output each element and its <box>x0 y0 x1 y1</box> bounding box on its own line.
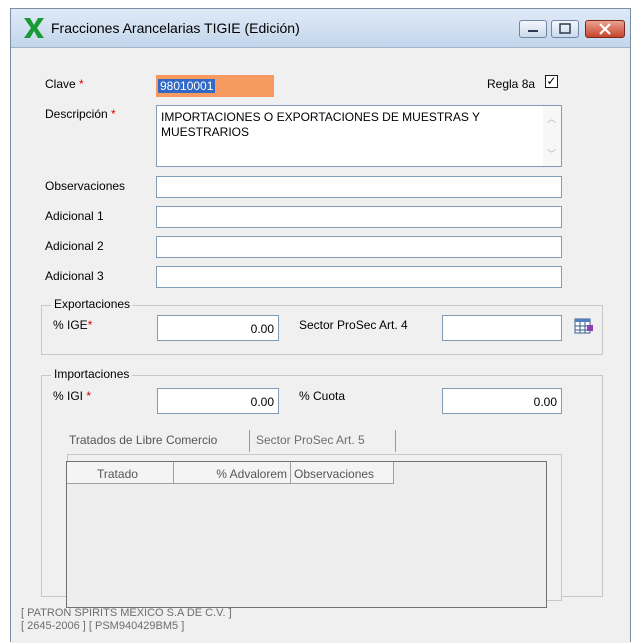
grid-column-header[interactable]: % Advalorem <box>174 462 291 484</box>
column-observaciones: Observaciones <box>294 467 375 481</box>
clave-field[interactable]: 98010001 <box>156 75 274 97</box>
grid-column-header[interactable]: Tratado <box>67 462 174 484</box>
sector-prosec-art4-label: Sector ProSec Art. 4 <box>299 318 408 332</box>
descripcion-label: Descripción * <box>45 107 116 121</box>
adicional2-input[interactable] <box>156 236 562 258</box>
descripcion-value: IMPORTACIONES O EXPORTACIONES DE MUESTRA… <box>161 110 480 139</box>
maximize-button[interactable] <box>551 20 579 38</box>
clave-label: Clave * <box>45 77 84 91</box>
ige-input[interactable]: 0.00 <box>157 315 279 341</box>
close-button[interactable] <box>585 20 625 38</box>
descripcion-textarea[interactable]: IMPORTACIONES O EXPORTACIONES DE MUESTRA… <box>156 105 562 167</box>
adicional1-label: Adicional 1 <box>45 209 104 223</box>
title-bar: Fracciones Arancelarias TIGIE (Edición) <box>11 9 630 48</box>
adicional2-label: Adicional 2 <box>45 239 104 253</box>
minimize-icon <box>528 30 538 32</box>
tab-separator <box>395 430 396 452</box>
company-ids: [ 2645-2006 ] [ PSM940429BM5 ] <box>21 620 185 632</box>
close-icon <box>599 23 611 35</box>
adicional3-input[interactable] <box>156 266 562 288</box>
clave-value: 98010001 <box>158 79 216 93</box>
adicional3-label: Adicional 3 <box>45 269 104 283</box>
tab-tratados[interactable]: Tratados de Libre Comercio <box>69 433 249 454</box>
grid-header: Tratado % Advalorem Observaciones <box>67 462 546 484</box>
lookup-grid-icon[interactable] <box>574 316 594 336</box>
tratados-grid[interactable]: Tratado % Advalorem Observaciones <box>66 461 547 608</box>
regla-8a-checkbox[interactable]: ✓ <box>545 75 558 88</box>
app-x-icon <box>24 18 44 38</box>
scroll-down-icon[interactable]: ﹀ <box>547 147 556 160</box>
scroll-up-icon[interactable]: ︿ <box>547 112 556 125</box>
observaciones-label: Observaciones <box>45 179 126 193</box>
cuota-input[interactable]: 0.00 <box>442 388 562 414</box>
igi-label: % IGI * <box>53 389 92 403</box>
ige-label: % IGE* <box>53 318 93 332</box>
form-body: Clave * 98010001 Regla 8a ✓ Descripción … <box>11 48 630 643</box>
tab-separator <box>249 430 250 452</box>
observaciones-input[interactable] <box>156 176 562 198</box>
cuota-label: % Cuota <box>299 389 346 403</box>
grid-column-header[interactable]: Observaciones <box>291 462 394 484</box>
exportaciones-group-label: Exportaciones <box>51 297 134 311</box>
required-marker: * <box>79 77 84 91</box>
window-title: Fracciones Arancelarias TIGIE (Edición) <box>51 20 300 36</box>
igi-input[interactable]: 0.00 <box>157 388 279 414</box>
edit-window: Fracciones Arancelarias TIGIE (Edición) … <box>10 8 631 643</box>
maximize-icon <box>559 23 571 34</box>
sector-prosec-art4-input[interactable] <box>442 315 562 341</box>
column-advalorem: % Advalorem <box>216 467 287 481</box>
minimize-button[interactable] <box>519 20 547 38</box>
regla-8a-label: Regla 8a <box>487 77 536 91</box>
adicional1-input[interactable] <box>156 206 562 228</box>
descripcion-scrollbar[interactable]: ︿ ﹀ <box>543 106 561 166</box>
column-tratado: Tratado <box>97 467 138 481</box>
tab-sector-prosec[interactable]: Sector ProSec Art. 5 <box>256 433 396 454</box>
importaciones-group-label: Importaciones <box>51 367 133 381</box>
company-name: [ PATRON SPIRITS MEXICO S.A DE C.V. ] <box>21 607 232 619</box>
